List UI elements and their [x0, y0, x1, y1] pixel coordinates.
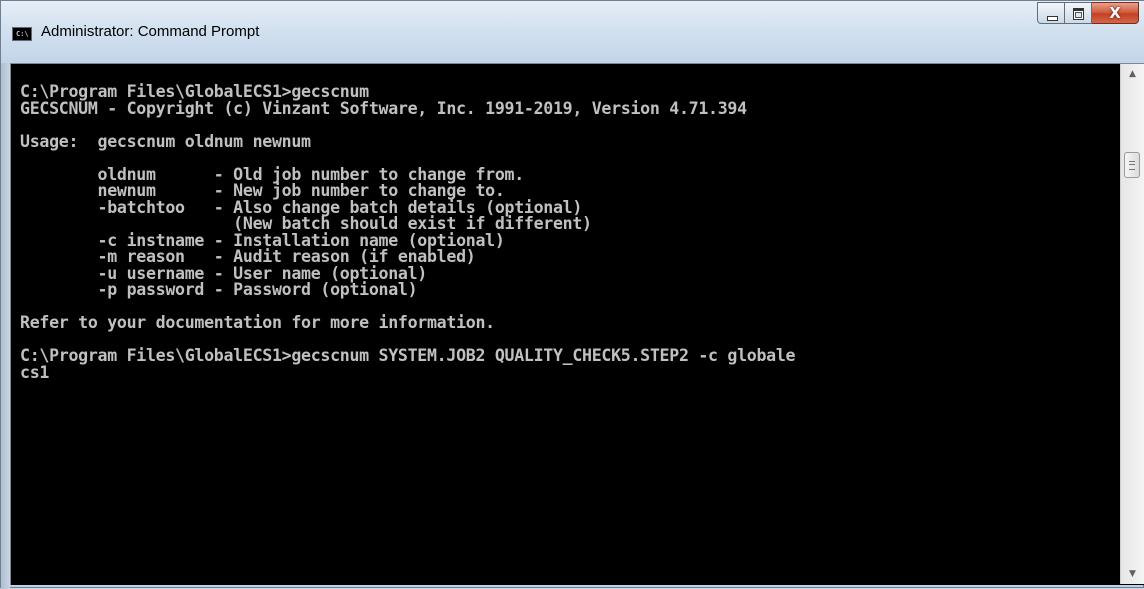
- close-button[interactable]: X: [1092, 2, 1139, 24]
- minimize-button[interactable]: [1037, 2, 1065, 24]
- console-line: Refer to your documentation for more inf…: [20, 313, 495, 332]
- window-left-border: [1, 63, 10, 589]
- minimize-icon: [1047, 16, 1058, 21]
- scroll-down-arrow-icon[interactable]: ▼: [1121, 564, 1144, 584]
- caption-buttons: X: [1037, 2, 1139, 26]
- console-line: cs1: [20, 362, 50, 382]
- console-output-area[interactable]: C:\Program Files\GlobalECS1>gecscnum GEC…: [11, 64, 1120, 584]
- console-line: C:\Program Files\GlobalECS1>gecscnum SYS…: [20, 346, 796, 365]
- console-icon[interactable]: C:\: [12, 27, 32, 41]
- console-icon-label: C:\: [16, 30, 29, 38]
- close-icon: X: [1109, 4, 1121, 22]
- vertical-scrollbar[interactable]: ▲ ▼: [1120, 64, 1144, 584]
- maximize-button[interactable]: [1065, 2, 1092, 24]
- command-prompt-window: C:\ Administrator: Command Prompt X C:\P…: [0, 0, 1144, 589]
- window-title: Administrator: Command Prompt: [41, 23, 260, 40]
- console-line: -p password - Password (optional): [20, 280, 418, 299]
- console-frame: C:\Program Files\GlobalECS1>gecscnum GEC…: [10, 63, 1144, 585]
- console-line: Usage: gecscnum oldnum newnum: [20, 131, 311, 151]
- scroll-thumb[interactable]: [1124, 152, 1140, 179]
- console-text: C:\Program Files\GlobalECS1>gecscnum GEC…: [20, 83, 796, 382]
- console-line: GECSCNUM - Copyright (c) Vinzant Softwar…: [20, 98, 747, 118]
- maximize-icon: [1073, 8, 1084, 20]
- scroll-up-arrow-icon[interactable]: ▲: [1121, 64, 1144, 84]
- title-bar[interactable]: C:\ Administrator: Command Prompt X: [1, 1, 1144, 63]
